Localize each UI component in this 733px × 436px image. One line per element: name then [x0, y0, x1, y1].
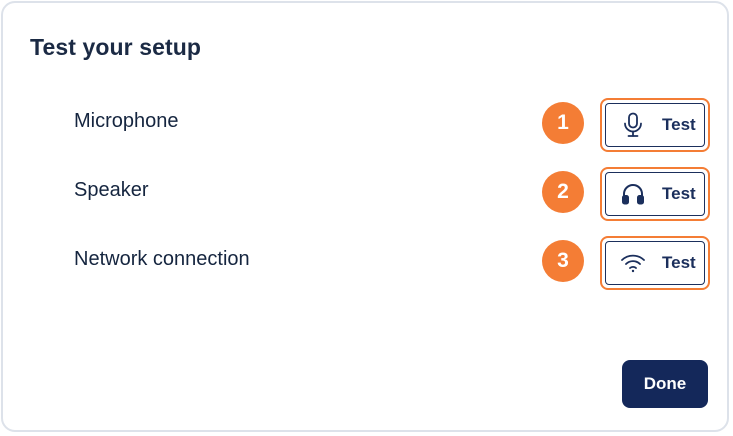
microphone-icon	[620, 112, 646, 138]
step-badge-3: 3	[542, 240, 584, 282]
test-network-label: Test	[662, 253, 696, 272]
setup-test-dialog: Test your setup Microphone 1 Test Speake…	[1, 1, 729, 432]
done-button[interactable]: Done	[622, 360, 708, 408]
headphones-icon	[620, 181, 646, 207]
speaker-label: Speaker	[74, 179, 149, 201]
microphone-row: Microphone 1 Test	[3, 98, 727, 152]
test-network-button[interactable]: Test	[600, 236, 710, 290]
test-microphone-label: Test	[662, 115, 696, 134]
test-microphone-button[interactable]: Test	[600, 98, 710, 152]
network-row: Network connection 3 Test	[3, 236, 727, 290]
wifi-icon	[620, 250, 646, 276]
test-speaker-button[interactable]: Test	[600, 167, 710, 221]
microphone-label: Microphone	[74, 110, 179, 132]
step-badge-1: 1	[542, 102, 584, 144]
step-badge-2: 2	[542, 171, 584, 213]
test-speaker-label: Test	[662, 184, 696, 203]
speaker-row: Speaker 2 Test	[3, 167, 727, 221]
dialog-title: Test your setup	[30, 34, 202, 60]
network-connection-label: Network connection	[74, 248, 250, 270]
